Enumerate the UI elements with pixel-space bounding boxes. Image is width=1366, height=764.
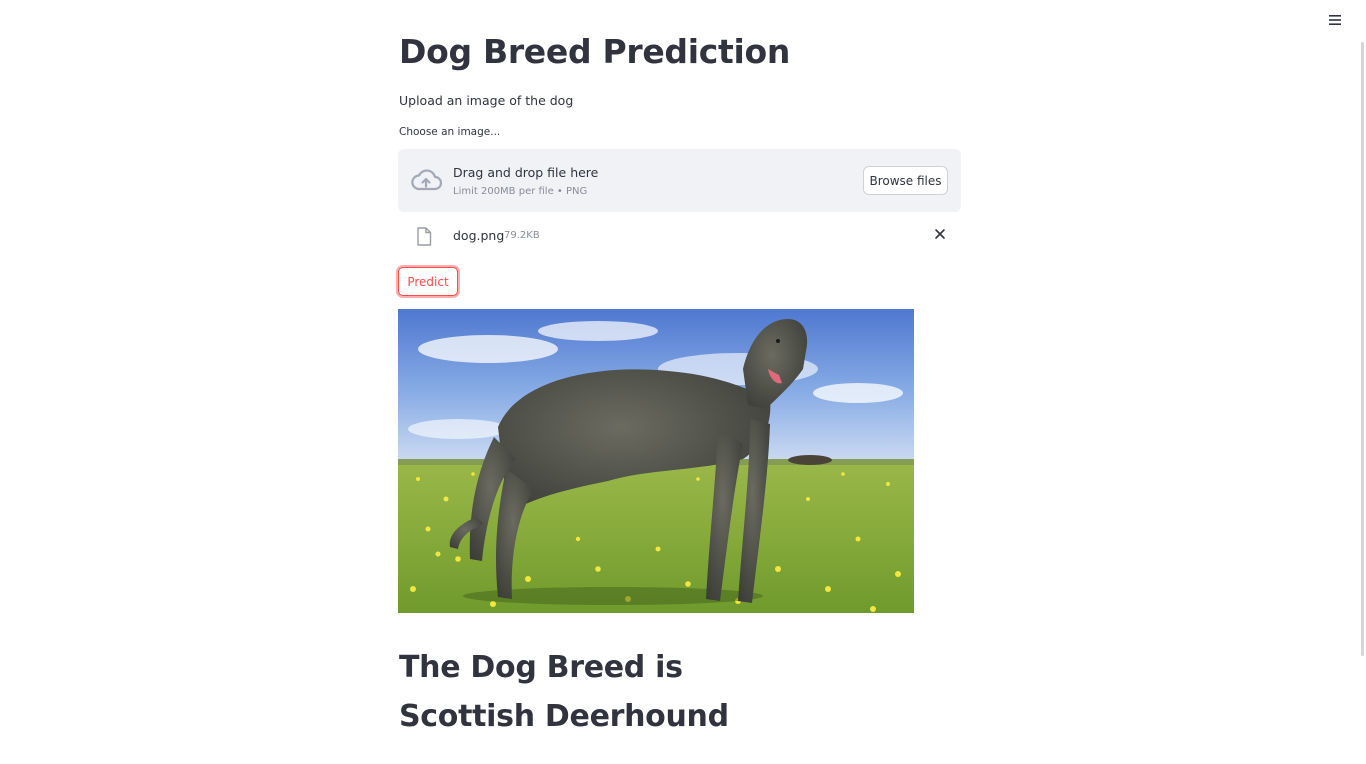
browse-files-button[interactable]: Browse files <box>863 166 948 195</box>
predict-button[interactable]: Predict <box>398 267 458 296</box>
page-subtitle: Upload an image of the dog <box>399 93 574 108</box>
uploaded-file-name: dog.png <box>453 228 505 243</box>
dropzone-file-limit: Limit 200MB per file • PNG <box>453 186 588 197</box>
main-menu-button[interactable] <box>1324 10 1346 30</box>
cloud-upload-icon <box>411 169 442 191</box>
page-title: Dog Breed Prediction <box>399 32 791 71</box>
dog-image <box>398 309 914 613</box>
hamburger-menu-icon <box>1329 15 1341 25</box>
file-uploader-label: Choose an image... <box>399 126 501 138</box>
prediction-result: The Dog Breed is Scottish Deerhound <box>399 650 729 734</box>
file-icon <box>417 227 432 246</box>
dropzone-instructions: Drag and drop file here <box>453 165 599 180</box>
scrollbar[interactable] <box>1361 42 1364 656</box>
uploaded-file-size: 79.2KB <box>504 230 540 241</box>
close-icon[interactable] <box>934 228 946 240</box>
